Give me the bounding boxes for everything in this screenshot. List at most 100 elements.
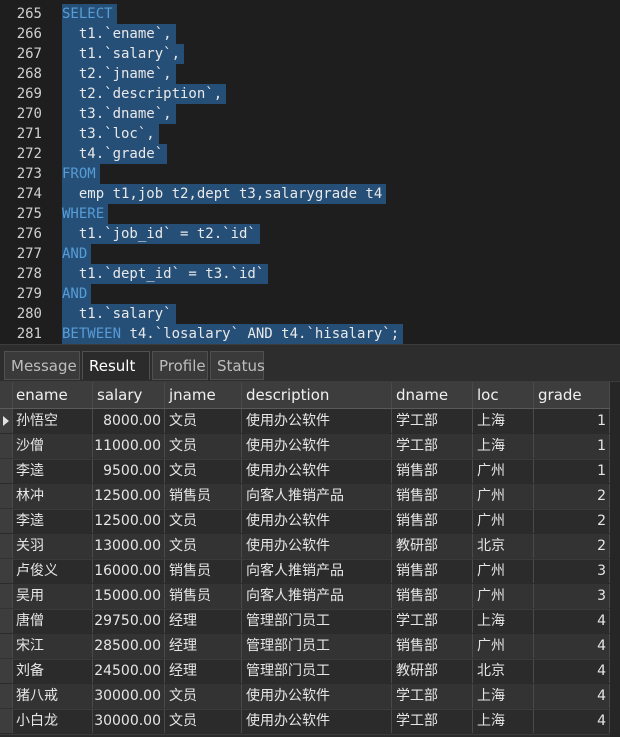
code-text[interactable]: emp t1,job t2,dept t3,salarygrade t4	[62, 184, 387, 204]
cell-grade[interactable]: 4	[534, 634, 610, 658]
vertical-scrollbar[interactable]	[610, 382, 620, 737]
code-text[interactable]: AND	[62, 284, 92, 304]
code-line[interactable]: 269 t2.`description`,	[0, 84, 227, 104]
cell-dname[interactable]: 销售部	[392, 484, 473, 508]
code-line[interactable]: 272 t4.`grade`	[0, 144, 168, 164]
cell-grade[interactable]: 1	[534, 459, 610, 483]
column-header-jname[interactable]: jname	[165, 382, 242, 408]
cell-salary[interactable]: 8000.00	[93, 409, 165, 433]
cell-dname[interactable]: 教研部	[392, 659, 473, 683]
code-line[interactable]: 266 t1.`ename`,	[0, 24, 176, 44]
cell-salary[interactable]: 16000.00	[93, 559, 165, 583]
cell-jname[interactable]: 经理	[165, 609, 242, 633]
cell-ename[interactable]: 小白龙	[12, 709, 93, 733]
tab-message[interactable]: Message	[4, 351, 80, 380]
cell-loc[interactable]: 上海	[473, 684, 534, 708]
cell-dname[interactable]: 销售部	[392, 509, 473, 533]
cell-dname[interactable]: 销售部	[392, 559, 473, 583]
cell-ename[interactable]: 刘备	[12, 659, 93, 683]
cell-description[interactable]: 使用办公软件	[242, 459, 392, 483]
cell-description[interactable]: 向客人推销产品	[242, 584, 392, 608]
cell-salary[interactable]: 24500.00	[93, 659, 165, 683]
cell-ename[interactable]: 吴用	[12, 584, 93, 608]
cell-jname[interactable]: 文员	[165, 459, 242, 483]
cell-ename[interactable]: 李逵	[12, 509, 93, 533]
cell-grade[interactable]: 4	[534, 659, 610, 683]
cell-ename[interactable]: 李逵	[12, 459, 93, 483]
cell-loc[interactable]: 上海	[473, 609, 534, 633]
cell-dname[interactable]: 学工部	[392, 684, 473, 708]
cell-jname[interactable]: 经理	[165, 659, 242, 683]
code-text[interactable]: FROM	[62, 164, 100, 184]
table-row[interactable]: 李逵 9500.00 文员 使用办公软件 销售部 广州 1	[0, 459, 610, 485]
code-text[interactable]: t1.`ename`,	[62, 24, 176, 44]
code-line[interactable]: 281 BETWEEN t4.`losalary` AND t4.`hisalar…	[0, 324, 404, 344]
cell-jname[interactable]: 经理	[165, 634, 242, 658]
table-row[interactable]: 吴用 15000.00 销售员 向客人推销产品 销售部 广州 3	[0, 584, 610, 610]
code-line[interactable]: 265 SELECT	[0, 4, 117, 24]
table-row[interactable]: 卢俊义 16000.00 销售员 向客人推销产品 销售部 广州 3	[0, 559, 610, 585]
cell-salary[interactable]: 15000.00	[93, 584, 165, 608]
table-row[interactable]: 宋江 28500.00 经理 管理部门员工 销售部 广州 4	[0, 634, 610, 660]
table-row[interactable]: 沙僧 11000.00 文员 使用办公软件 学工部 上海 1	[0, 434, 610, 460]
cell-ename[interactable]: 孙悟空	[12, 409, 93, 433]
table-row[interactable]: 关羽 13000.00 文员 使用办公软件 教研部 北京 2	[0, 534, 610, 560]
code-text[interactable]: t3.`dname`,	[62, 104, 176, 124]
cell-loc[interactable]: 上海	[473, 709, 534, 733]
cell-description[interactable]: 使用办公软件	[242, 534, 392, 558]
cell-salary[interactable]: 11000.00	[93, 434, 165, 458]
cell-description[interactable]: 使用办公软件	[242, 709, 392, 733]
cell-jname[interactable]: 文员	[165, 409, 242, 433]
code-line[interactable]: 279 AND	[0, 284, 92, 304]
cell-loc[interactable]: 广州	[473, 484, 534, 508]
result-grid[interactable]: ename salary jname description dname loc grade…	[0, 382, 620, 737]
code-text[interactable]: t1.`job_id` = t2.`id`	[62, 224, 260, 244]
code-text[interactable]: t4.`grade`	[62, 144, 168, 164]
cell-ename[interactable]: 卢俊义	[12, 559, 93, 583]
column-header-description[interactable]: description	[242, 382, 392, 408]
code-text[interactable]: BETWEEN t4.`losalary` AND t4.`hisalary`;	[62, 324, 404, 344]
code-line[interactable]: 273 FROM	[0, 164, 100, 184]
cell-description[interactable]: 向客人推销产品	[242, 484, 392, 508]
cell-grade[interactable]: 4	[534, 684, 610, 708]
cell-jname[interactable]: 文员	[165, 434, 242, 458]
code-text[interactable]: t3.`loc`,	[62, 124, 159, 144]
cell-dname[interactable]: 学工部	[392, 709, 473, 733]
cell-loc[interactable]: 广州	[473, 559, 534, 583]
cell-loc[interactable]: 北京	[473, 659, 534, 683]
code-text[interactable]: t1.`dept_id` = t3.`id`	[62, 264, 269, 284]
cell-description[interactable]: 使用办公软件	[242, 409, 392, 433]
cell-dname[interactable]: 学工部	[392, 434, 473, 458]
column-header-dname[interactable]: dname	[392, 382, 473, 408]
cell-loc[interactable]: 广州	[473, 459, 534, 483]
cell-grade[interactable]: 3	[534, 584, 610, 608]
cell-loc[interactable]: 广州	[473, 634, 534, 658]
cell-dname[interactable]: 销售部	[392, 584, 473, 608]
cell-grade[interactable]: 3	[534, 559, 610, 583]
code-text[interactable]: t1.`salary`	[62, 304, 176, 324]
cell-grade[interactable]: 1	[534, 434, 610, 458]
cell-salary[interactable]: 9500.00	[93, 459, 165, 483]
cell-ename[interactable]: 宋江	[12, 634, 93, 658]
cell-jname[interactable]: 文员	[165, 534, 242, 558]
cell-ename[interactable]: 沙僧	[12, 434, 93, 458]
table-row[interactable]: 猪八戒 30000.00 文员 使用办公软件 学工部 上海 4	[0, 684, 610, 710]
table-row[interactable]: 刘备 24500.00 经理 管理部门员工 教研部 北京 4	[0, 659, 610, 685]
cell-grade[interactable]: 2	[534, 509, 610, 533]
code-text[interactable]: AND	[62, 244, 92, 264]
cell-description[interactable]: 管理部门员工	[242, 634, 392, 658]
tab-status[interactable]: Status	[210, 351, 265, 380]
cell-dname[interactable]: 教研部	[392, 534, 473, 558]
cell-salary[interactable]: 30000.00	[93, 684, 165, 708]
cell-jname[interactable]: 文员	[165, 709, 242, 733]
code-line[interactable]: 271 t3.`loc`,	[0, 124, 159, 144]
code-line[interactable]: 280 t1.`salary`	[0, 304, 176, 324]
cell-loc[interactable]: 上海	[473, 434, 534, 458]
code-text[interactable]: t1.`salary`,	[62, 44, 185, 64]
code-line[interactable]: 267 t1.`salary`,	[0, 44, 185, 64]
code-text[interactable]: t2.`description`,	[62, 84, 227, 104]
code-line[interactable]: 275 WHERE	[0, 204, 109, 224]
code-line[interactable]: 276 t1.`job_id` = t2.`id`	[0, 224, 260, 244]
cell-dname[interactable]: 销售部	[392, 634, 473, 658]
cell-description[interactable]: 使用办公软件	[242, 509, 392, 533]
